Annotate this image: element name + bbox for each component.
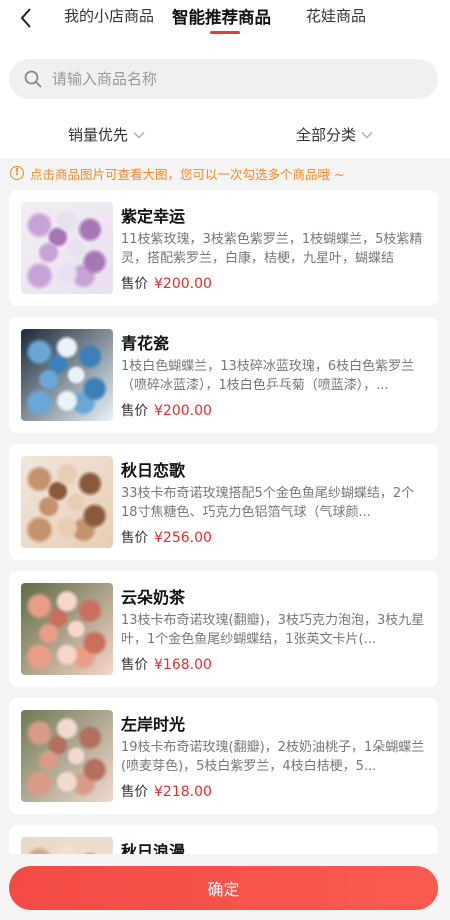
product-card[interactable]: 紫定幸运 11枝紫玫瑰，3枝紫色紫罗兰，1枝蝴蝶兰，5枝紫精灵，搭配紫罗兰，白康，… bbox=[9, 190, 438, 306]
product-price: ¥200.00 bbox=[154, 276, 212, 292]
product-card[interactable]: 青花瓷 1枝白色蝴蝶兰，13枝碎冰蓝玫瑰，6枝白色紫罗兰（喷碎冰蓝漆），1枝白色乒… bbox=[9, 317, 438, 433]
price-row: 售价 ¥200.00 bbox=[121, 399, 212, 419]
sort-filter[interactable]: 销量优先 bbox=[68, 124, 145, 145]
sort-filter-label: 销量优先 bbox=[68, 126, 129, 144]
active-tab-indicator bbox=[210, 31, 240, 34]
product-image[interactable] bbox=[21, 583, 113, 675]
product-image[interactable] bbox=[21, 329, 113, 421]
category-filter-label: 全部分类 bbox=[296, 126, 357, 144]
price-row: 售价 ¥168.00 bbox=[121, 653, 212, 673]
product-image[interactable] bbox=[21, 710, 113, 802]
price-label: 售价 bbox=[121, 784, 148, 800]
search-box[interactable] bbox=[9, 59, 438, 99]
filter-bar: 销量优先 全部分类 bbox=[0, 110, 450, 158]
chevron-down-icon bbox=[133, 131, 145, 138]
top-nav: 我的小店商品 智能推荐商品 花娃商品 bbox=[0, 0, 450, 40]
product-description: 33枝卡布奇诺玫瑰搭配5个金色鱼尾纱蝴蝶结，2个18寸焦糖色、巧克力色铝箔气球（… bbox=[121, 486, 415, 520]
confirm-button[interactable]: 确定 bbox=[9, 866, 438, 910]
info-icon: ! bbox=[10, 166, 24, 180]
product-description: 11枝紫玫瑰，3枝紫色紫罗兰，1枝蝴蝶兰，5枝紫精灵，搭配紫罗兰，白康，桔梗，九… bbox=[121, 232, 423, 266]
product-image[interactable] bbox=[21, 456, 113, 548]
tab-smart-recommended[interactable]: 智能推荐商品 bbox=[172, 4, 271, 28]
search-bar-container bbox=[0, 40, 450, 110]
back-button[interactable] bbox=[12, 4, 40, 32]
tab-huawa-products[interactable]: 花娃商品 bbox=[306, 5, 366, 26]
chevron-down-icon bbox=[361, 131, 373, 138]
price-label: 售价 bbox=[121, 657, 148, 673]
product-description: 1枝白色蝴蝶兰，13枝碎冰蓝玫瑰，6枝白色紫罗兰（喷碎冰蓝漆），1枝白色乒乓菊（… bbox=[121, 359, 415, 393]
price-row: 售价 ¥200.00 bbox=[121, 272, 212, 292]
product-price: ¥256.00 bbox=[154, 530, 212, 546]
product-name: 紫定幸运 bbox=[121, 207, 186, 226]
product-name: 秋日恋歌 bbox=[121, 461, 186, 480]
hint-text: 点击商品图片可查看大图，您可以一次勾选多个商品哦 ~ bbox=[30, 166, 345, 182]
hint-banner: ! 点击商品图片可查看大图，您可以一次勾选多个商品哦 ~ bbox=[0, 158, 450, 188]
product-image[interactable] bbox=[21, 202, 113, 294]
product-description: 13枝卡布奇诺玫瑰(翻瓣)，3枝巧克力泡泡，3枝九星叶，1个金色鱼尾纱蝴蝶结，1… bbox=[121, 613, 425, 647]
product-card[interactable]: 左岸时光 19枝卡布奇诺玫瑰(翻瓣)，2枝奶油桃子，1朵蝴蝶兰(喷麦芽色)，5枝白… bbox=[9, 698, 438, 814]
product-description: 19枝卡布奇诺玫瑰(翻瓣)，2枝奶油桃子，1朵蝴蝶兰(喷麦芽色)，5枝白紫罗兰，… bbox=[121, 740, 425, 774]
tab-my-shop-products[interactable]: 我的小店商品 bbox=[64, 5, 154, 26]
product-price: ¥218.00 bbox=[154, 784, 212, 800]
price-row: 售价 ¥256.00 bbox=[121, 526, 212, 546]
chevron-left-icon bbox=[20, 8, 31, 28]
search-icon bbox=[24, 70, 42, 88]
search-input[interactable] bbox=[52, 70, 412, 88]
price-label: 售价 bbox=[121, 276, 148, 292]
product-name: 云朵奶茶 bbox=[121, 588, 186, 607]
product-card[interactable]: 秋日恋歌 33枝卡布奇诺玫瑰搭配5个金色鱼尾纱蝴蝶结，2个18寸焦糖色、巧克力色铝… bbox=[9, 444, 438, 560]
category-filter[interactable]: 全部分类 bbox=[296, 124, 373, 145]
product-price: ¥168.00 bbox=[154, 657, 212, 673]
product-picker-page: 我的小店商品 智能推荐商品 花娃商品 销量优先 全部分类 bbox=[0, 0, 450, 920]
price-row: 售价 ¥218.00 bbox=[121, 780, 212, 800]
product-card[interactable]: 云朵奶茶 13枝卡布奇诺玫瑰(翻瓣)，3枝巧克力泡泡，3枝九星叶，1个金色鱼尾纱蝴… bbox=[9, 571, 438, 687]
product-name: 青花瓷 bbox=[121, 334, 170, 353]
price-label: 售价 bbox=[121, 530, 148, 546]
price-label: 售价 bbox=[121, 403, 148, 419]
product-name: 左岸时光 bbox=[121, 715, 186, 734]
product-price: ¥200.00 bbox=[154, 403, 212, 419]
